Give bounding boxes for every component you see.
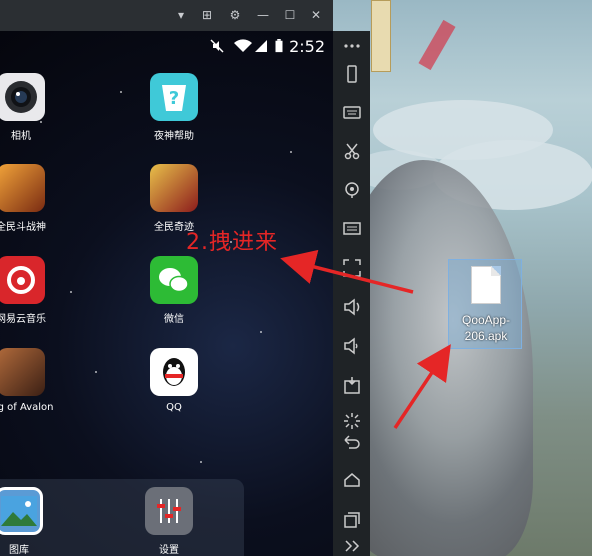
app-label: 夜神帮助 [154,131,194,142]
app-camera[interactable]: 相机 [0,73,66,142]
android-screen[interactable]: 2:52 相机 ? 夜神帮助 全民斗战神 全民奇迹 网易云音乐 微信 g of … [0,31,333,556]
close-button[interactable]: ✕ [307,6,325,24]
gallery-icon [0,487,43,535]
status-bar: 2:52 [0,31,333,61]
emulator-titlebar: ▾ ⊞ ⚙ — ☐ ✕ [0,0,333,31]
desktop-file-apk[interactable]: QooApp-206.apk [448,259,522,349]
music-icon [0,256,45,304]
minimize-button[interactable]: — [254,6,272,24]
volume-up-icon[interactable] [337,292,367,322]
apk-icon[interactable] [337,370,367,400]
app-label: 图库 [9,545,29,556]
wechat-icon [150,256,198,304]
status-time: 2:52 [289,37,325,56]
app-label: 微信 [164,314,184,325]
screen-icon[interactable] [337,214,367,244]
app-wechat[interactable]: 微信 [129,256,219,325]
more-icon[interactable] [337,31,367,61]
app-game-3[interactable]: ing of Avalon [0,348,66,413]
expand-icon[interactable] [337,531,367,556]
battery-icon [275,39,283,53]
wifi-icon [234,39,252,52]
settings-sliders-icon [145,487,193,535]
fullscreen-icon[interactable] [337,253,367,283]
svg-text:?: ? [169,88,179,109]
mute-icon [210,39,224,53]
keyboard-icon[interactable] [337,97,367,127]
pin-icon[interactable]: ⊞ [198,6,216,24]
app-game-1[interactable]: 全民斗战神 [0,164,66,233]
location-icon[interactable] [337,175,367,205]
app-game-2[interactable]: 全民奇迹 [129,164,219,233]
app-label: QQ [166,402,182,413]
emulator-toolbar [333,31,370,556]
dropdown-icon[interactable]: ▾ [172,6,190,24]
app-music[interactable]: 网易云音乐 [0,256,66,325]
game-icon [0,348,45,396]
app-gallery[interactable]: 图库 [0,487,64,556]
game-icon [150,164,198,212]
app-label: ing of Avalon [0,402,54,413]
maximize-button[interactable]: ☐ [281,6,299,24]
qq-icon [150,348,198,396]
app-label: 全民斗战神 [0,222,46,233]
game-icon [0,164,45,212]
app-qq[interactable]: QQ [129,348,219,413]
back-icon[interactable] [337,427,367,457]
settings-icon[interactable]: ⚙ [226,6,244,24]
camera-icon [0,73,45,121]
app-help[interactable]: ? 夜神帮助 [129,73,219,142]
desktop-note-widget [371,0,391,72]
annotation-text: 2.拽进来 [186,230,278,255]
scissors-icon[interactable] [337,136,367,166]
volume-down-icon[interactable] [337,331,367,361]
signal-icon [255,40,267,52]
help-icon: ? [150,73,198,121]
dock: 图库 设置 [0,479,244,556]
app-label: 设置 [159,545,179,556]
app-settings[interactable]: 设置 [124,487,214,556]
rotate-icon[interactable] [337,59,367,89]
file-label: QooApp-206.apk [461,313,511,343]
app-label: 相机 [11,131,31,142]
app-label: 网易云音乐 [0,314,46,325]
file-icon [471,266,501,304]
home-icon[interactable] [337,466,367,496]
